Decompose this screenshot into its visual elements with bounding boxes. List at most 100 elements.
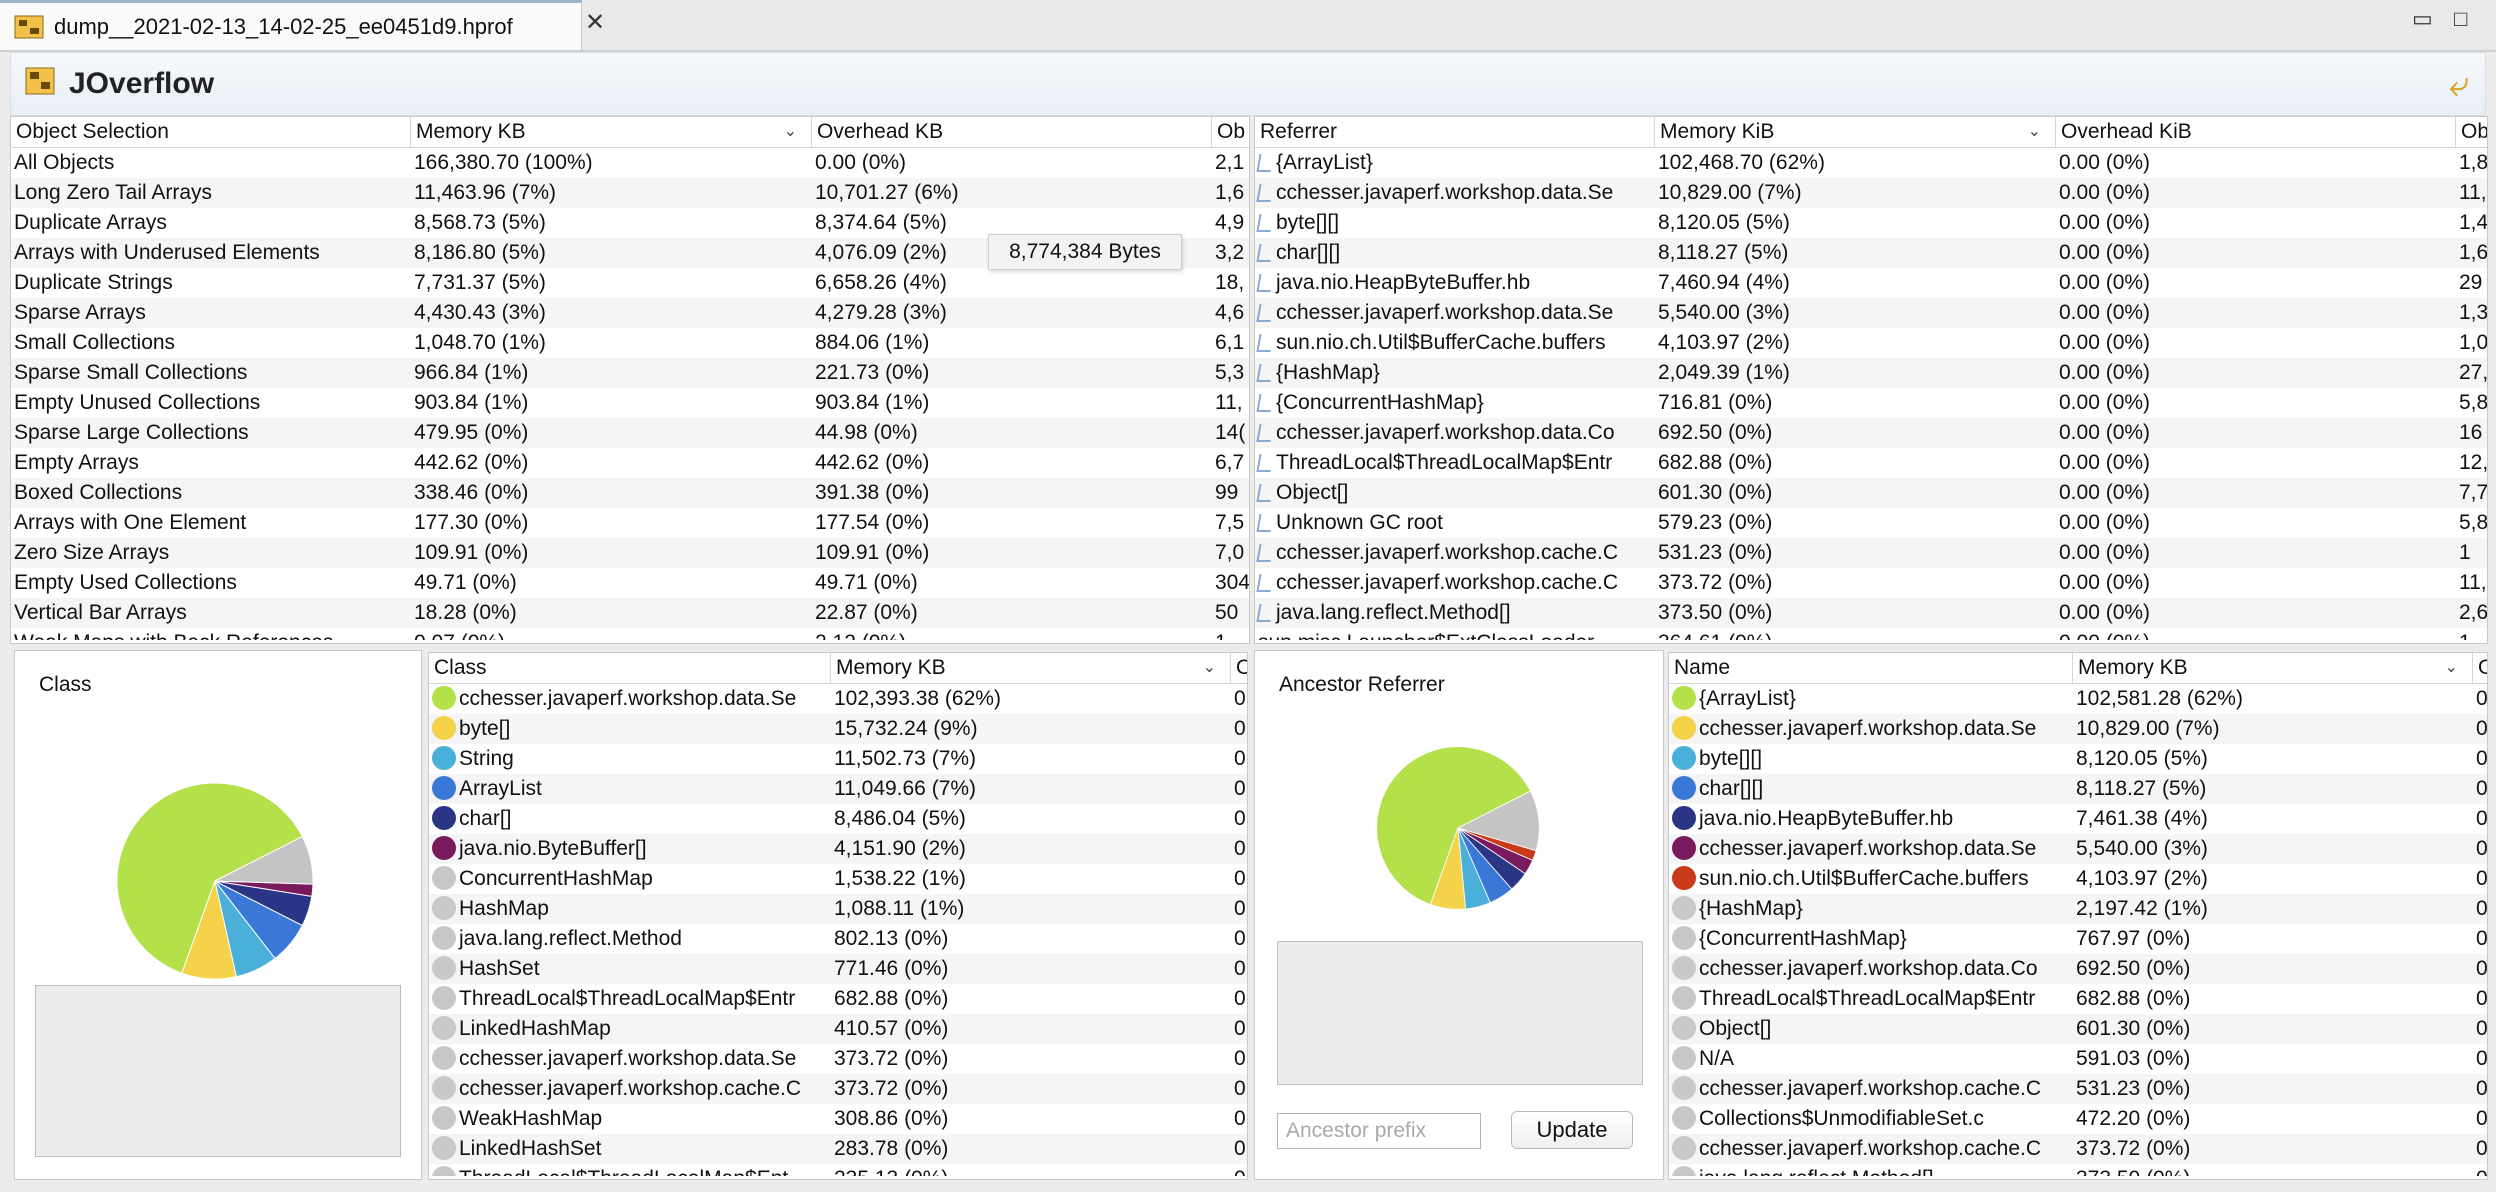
- table-row[interactable]: cchesser.javaperf.workshop.cache.C 531.23…: [1669, 1074, 2487, 1104]
- table-row[interactable]: cchesser.javaperf.workshop.cache.C 373.72…: [1255, 568, 2487, 598]
- table-row[interactable]: ThreadLocal$ThreadLocalMap$Entr 682.88 (0…: [1255, 448, 2487, 478]
- table-row[interactable]: Collections$UnmodifiableSet.c 472.20 (0%)…: [1669, 1104, 2487, 1134]
- table-row[interactable]: sun.nio.ch.Util$BufferCache.buffers 4,103…: [1255, 328, 2487, 358]
- cell-name-text: sun.nio.ch.Util$BufferCache.buffers: [1699, 867, 2029, 890]
- table-row[interactable]: {ConcurrentHashMap} 767.97 (0%) 0: [1669, 924, 2487, 954]
- column-header-objects[interactable]: Ob: [1212, 117, 1249, 147]
- table-row[interactable]: byte[][] 8,120.05 (5%) 0.00 (0%) 1,4: [1255, 208, 2487, 238]
- table-row[interactable]: Duplicate Strings 7,731.37 (5%) 6,658.26 (…: [11, 268, 1249, 298]
- cell-overhead: 22.87 (0%): [812, 598, 1212, 628]
- table-row[interactable]: Sparse Arrays 4,430.43 (3%) 4,279.28 (3%) 4…: [11, 298, 1249, 328]
- table-row[interactable]: Zero Size Arrays 109.91 (0%) 109.91 (0%) 7,…: [11, 538, 1249, 568]
- column-header-overhead[interactable]: Overhead KiB: [2056, 117, 2456, 147]
- table-row[interactable]: byte[] 15,732.24 (9%) 0: [429, 714, 1247, 744]
- table-row[interactable]: HashSet 771.46 (0%) 0: [429, 954, 1247, 984]
- table-row[interactable]: cchesser.javaperf.workshop.data.Co 692.50…: [1669, 954, 2487, 984]
- column-header-overhead[interactable]: O: [2473, 653, 2487, 683]
- table-row[interactable]: ThreadLocal$ThreadLocalMap$Entr 682.88 (0…: [1669, 984, 2487, 1014]
- table-row-partial[interactable]: ThreadLocal$ThreadLocalMap$Ent 235.13 (0%…: [429, 1164, 1247, 1176]
- table-row[interactable]: {HashMap} 2,197.42 (1%) 0: [1669, 894, 2487, 924]
- cell-overhead: 884.06 (1%): [812, 328, 1212, 358]
- table-row-partial[interactable]: Weak Maps with Back References 0.07 (0%) 2…: [11, 628, 1249, 640]
- table-row[interactable]: java.nio.ByteBuffer[] 4,151.90 (2%) 0: [429, 834, 1247, 864]
- column-header-memory[interactable]: Memory KB ⌄: [2073, 653, 2473, 683]
- table-row[interactable]: Object[] 601.30 (0%) 0: [1669, 1014, 2487, 1044]
- table-row[interactable]: Empty Used Collections 49.71 (0%) 49.71 (0…: [11, 568, 1249, 598]
- column-header-class[interactable]: Class: [429, 653, 831, 683]
- tab-close-icon[interactable]: ✕: [585, 8, 605, 37]
- cell-name-text: Sparse Small Collections: [14, 361, 248, 384]
- ancestor-prefix-input[interactable]: [1277, 1113, 1481, 1149]
- column-header-overhead[interactable]: Overhead KB: [812, 117, 1212, 147]
- cell-memory-text: 364.61 (0%): [1658, 631, 1772, 640]
- table-row[interactable]: byte[][] 8,120.05 (5%) 0: [1669, 744, 2487, 774]
- table-row[interactable]: LinkedHashSet 283.78 (0%) 0: [429, 1134, 1247, 1164]
- column-header-referrer[interactable]: Referrer: [1255, 117, 1655, 147]
- table-row[interactable]: sun.nio.ch.Util$BufferCache.buffers 4,103…: [1669, 864, 2487, 894]
- table-row[interactable]: cchesser.javaperf.workshop.data.Se 102,39…: [429, 684, 1247, 714]
- class-pie-chart[interactable]: [115, 781, 315, 981]
- table-row[interactable]: cchesser.javaperf.workshop.data.Se 373.72…: [429, 1044, 1247, 1074]
- table-row[interactable]: Empty Unused Collections 903.84 (1%) 903.8…: [11, 388, 1249, 418]
- column-header-memory[interactable]: Memory KB ⌄: [831, 653, 1231, 683]
- cell-memory: 5,540.00 (3%): [2073, 834, 2473, 864]
- table-row[interactable]: cchesser.javaperf.workshop.data.Se 5,540.…: [1669, 834, 2487, 864]
- column-header-memory[interactable]: Memory KiB ⌄: [1655, 117, 2056, 147]
- table-row[interactable]: HashMap 1,088.11 (1%) 0: [429, 894, 1247, 924]
- update-button[interactable]: Update: [1511, 1111, 1633, 1149]
- table-row[interactable]: N/A 591.03 (0%) 0: [1669, 1044, 2487, 1074]
- table-row[interactable]: ConcurrentHashMap 1,538.22 (1%) 0: [429, 864, 1247, 894]
- table-row[interactable]: cchesser.javaperf.workshop.cache.C 373.72…: [429, 1074, 1247, 1104]
- table-row[interactable]: {ConcurrentHashMap} 716.81 (0%) 0.00 (0%) 5…: [1255, 388, 2487, 418]
- column-header-overhead[interactable]: O: [1231, 653, 1247, 683]
- table-row[interactable]: Unknown GC root 579.23 (0%) 0.00 (0%) 5,8: [1255, 508, 2487, 538]
- table-row-partial[interactable]: sun.misc.Launcher$ExtClassLoader 364.61 (…: [1255, 628, 2487, 640]
- table-row[interactable]: All Objects 166,380.70 (100%) 0.00 (0%) 2,1: [11, 148, 1249, 178]
- table-row[interactable]: Sparse Small Collections 966.84 (1%) 221.7…: [11, 358, 1249, 388]
- table-row[interactable]: ThreadLocal$ThreadLocalMap$Entr 682.88 (0…: [429, 984, 1247, 1014]
- column-header-memory[interactable]: Memory KB ⌄: [411, 117, 812, 147]
- minimize-icon[interactable]: ▭: [2412, 6, 2433, 32]
- table-row[interactable]: char[] 8,486.04 (5%) 0: [429, 804, 1247, 834]
- table-row[interactable]: java.nio.HeapByteBuffer.hb 7,461.38 (4%) 0: [1669, 804, 2487, 834]
- table-row[interactable]: char[][] 8,118.27 (5%) 0.00 (0%) 1,6: [1255, 238, 2487, 268]
- cell-overhead: 0: [1231, 774, 1247, 804]
- table-row[interactable]: Empty Arrays 442.62 (0%) 442.62 (0%) 6,7: [11, 448, 1249, 478]
- table-row[interactable]: Vertical Bar Arrays 18.28 (0%) 22.87 (0%) 5…: [11, 598, 1249, 628]
- table-row[interactable]: Arrays with One Element 177.30 (0%) 177.54…: [11, 508, 1249, 538]
- editor-tab[interactable]: dump__2021-02-13_14-02-25_ee0451d9.hprof: [0, 0, 582, 50]
- column-header-object-selection[interactable]: Object Selection: [11, 117, 411, 147]
- table-row[interactable]: java.nio.HeapByteBuffer.hb 7,460.94 (4%) 0…: [1255, 268, 2487, 298]
- table-row[interactable]: String 11,502.73 (7%) 0: [429, 744, 1247, 774]
- table-row[interactable]: Sparse Large Collections 479.95 (0%) 44.98…: [11, 418, 1249, 448]
- cell-overhead: 391.38 (0%): [812, 478, 1212, 508]
- table-row-partial[interactable]: java.lang.reflect.Method[] 373.50 (0%) 0: [1669, 1164, 2487, 1176]
- table-row[interactable]: Boxed Collections 338.46 (0%) 391.38 (0%) 9…: [11, 478, 1249, 508]
- table-row[interactable]: cchesser.javaperf.workshop.data.Se 5,540.…: [1255, 298, 2487, 328]
- column-header-name[interactable]: Name: [1669, 653, 2073, 683]
- table-row[interactable]: LinkedHashMap 410.57 (0%) 0: [429, 1014, 1247, 1044]
- table-row[interactable]: char[][] 8,118.27 (5%) 0: [1669, 774, 2487, 804]
- cell-overhead: 0: [2473, 1104, 2487, 1134]
- table-row[interactable]: java.lang.reflect.Method[] 373.50 (0%) 0.0…: [1255, 598, 2487, 628]
- table-row[interactable]: cchesser.javaperf.workshop.data.Se 10,829…: [1669, 714, 2487, 744]
- maximize-icon[interactable]: □: [2454, 6, 2467, 32]
- table-row[interactable]: Object[] 601.30 (0%) 0.00 (0%) 7,7: [1255, 478, 2487, 508]
- table-row[interactable]: WeakHashMap 308.86 (0%) 0: [429, 1104, 1247, 1134]
- table-row[interactable]: {ArrayList} 102,581.28 (62%) 0: [1669, 684, 2487, 714]
- cell-memory-text: 1,048.70 (1%): [414, 331, 546, 354]
- table-row[interactable]: cchesser.javaperf.workshop.cache.C 373.72…: [1669, 1134, 2487, 1164]
- table-row[interactable]: ArrayList 11,049.66 (7%) 0: [429, 774, 1247, 804]
- table-row[interactable]: cchesser.javaperf.workshop.cache.C 531.23…: [1255, 538, 2487, 568]
- table-row[interactable]: cchesser.javaperf.workshop.data.Co 692.50…: [1255, 418, 2487, 448]
- table-row[interactable]: java.lang.reflect.Method 802.13 (0%) 0: [429, 924, 1247, 954]
- column-header-objects[interactable]: Ob: [2456, 117, 2487, 147]
- reset-back-icon[interactable]: ⤶: [2449, 63, 2469, 106]
- cell-name: Arrays with Underused Elements: [11, 238, 411, 268]
- table-row[interactable]: Long Zero Tail Arrays 11,463.96 (7%) 10,70…: [11, 178, 1249, 208]
- table-row[interactable]: cchesser.javaperf.workshop.data.Se 10,829…: [1255, 178, 2487, 208]
- table-row[interactable]: {ArrayList} 102,468.70 (62%) 0.00 (0%) 1,8: [1255, 148, 2487, 178]
- table-row[interactable]: {HashMap} 2,049.39 (1%) 0.00 (0%) 27,: [1255, 358, 2487, 388]
- table-row[interactable]: Small Collections 1,048.70 (1%) 884.06 (1%…: [11, 328, 1249, 358]
- ancestor-pie-chart[interactable]: [1375, 745, 1541, 911]
